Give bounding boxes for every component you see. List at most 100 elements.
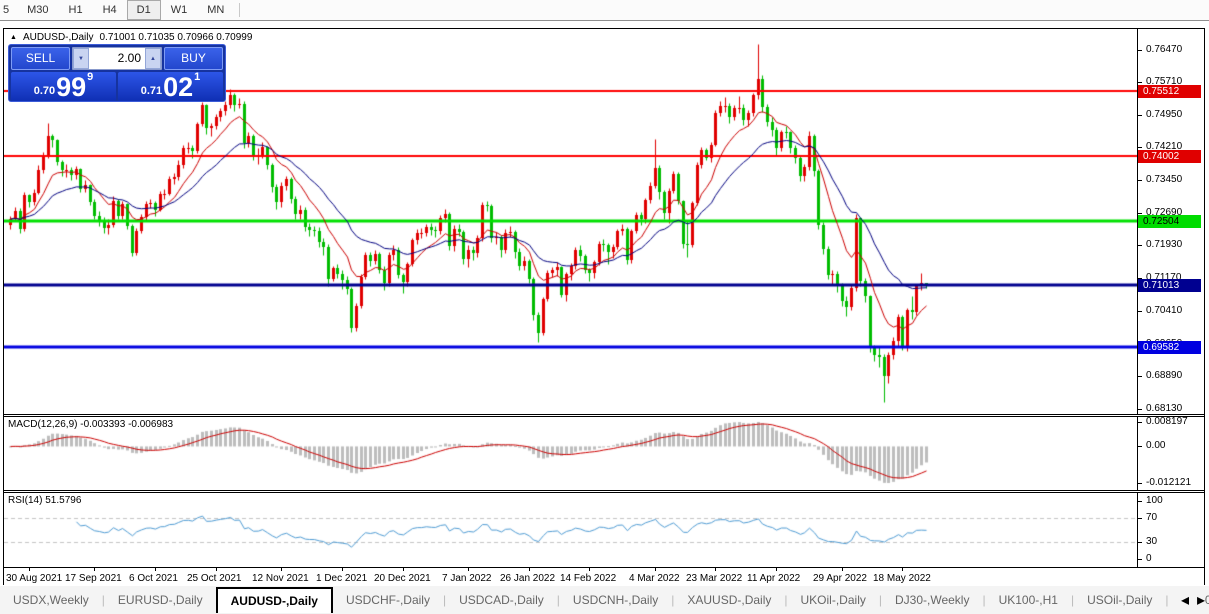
timeframe-button-h4[interactable]: H4 <box>93 0 127 20</box>
rsi-tick-mark <box>1138 518 1142 519</box>
price-tick-mark <box>1138 82 1142 83</box>
one-click-trading-panel: SELL ▼ 2.00 ▲ BUY 0.70 99 9 <box>8 44 226 102</box>
macd-title: MACD(12,26,9) -0.003393 -0.006983 <box>8 419 173 430</box>
buy-price-prefix: 0.71 <box>141 85 162 100</box>
timeframe-button-d1[interactable]: D1 <box>127 0 161 20</box>
time-axis[interactable]: 30 Aug 202117 Sep 20216 Oct 202125 Oct 2… <box>4 568 1204 588</box>
price-tick-mark <box>1138 115 1142 116</box>
macd-tick-label: -0.012121 <box>1146 477 1191 488</box>
time-tick-mark <box>94 568 95 571</box>
tab-usdx-weekly[interactable]: USDX,Weekly <box>0 587 102 613</box>
time-tick-mark <box>281 568 282 571</box>
time-tick-label: 14 Feb 2022 <box>560 573 616 584</box>
rsi-tick-mark <box>1138 501 1142 502</box>
tab-uk100-h1[interactable]: UK100-,H1 <box>986 587 1071 613</box>
time-tick-mark <box>715 568 716 571</box>
volume-down-icon[interactable]: ▼ <box>73 48 89 69</box>
time-tick-mark <box>29 568 30 571</box>
mt4-terminal: 5M30H1H4D1W1MN ▲ AUDUSD-,Daily 0.71001 0… <box>0 0 1209 614</box>
rsi-tick-label: 70 <box>1146 512 1157 523</box>
time-tick-mark <box>655 568 656 571</box>
price-tick-label: 0.76470 <box>1146 44 1182 55</box>
tab-ukoil-daily[interactable]: UKOil-,Daily <box>788 587 879 613</box>
timeframe-button-5[interactable]: 5 <box>0 0 17 20</box>
price-tick-mark <box>1138 147 1142 148</box>
volume-stepper: ▼ 2.00 ▲ <box>72 47 162 70</box>
tab-scroll-controls: ◂▸ <box>1175 586 1205 614</box>
time-tick-label: 18 May 2022 <box>873 573 931 584</box>
tab-xauusd-daily[interactable]: XAUUSD-,Daily <box>674 587 784 613</box>
timeframe-button-w1[interactable]: W1 <box>161 0 198 20</box>
tab-usdcad-daily[interactable]: USDCAD-,Daily <box>446 587 557 613</box>
sell-button[interactable]: SELL <box>11 47 70 70</box>
tab-usdcnh-daily[interactable]: USDCNH-,Daily <box>560 587 671 613</box>
tab-dj30-weekly[interactable]: DJ30-,Weekly <box>882 587 982 613</box>
macd-panel: MACD(12,26,9) -0.003393 -0.006983 0.0081… <box>4 416 1204 491</box>
time-tick-mark <box>842 568 843 571</box>
time-tick-label: 23 Mar 2022 <box>686 573 742 584</box>
timeframe-button-m30[interactable]: M30 <box>17 0 58 20</box>
volume-value[interactable]: 2.00 <box>89 48 145 69</box>
macd-tick-mark <box>1138 422 1142 423</box>
price-tick-mark <box>1138 180 1142 181</box>
rsi-plot[interactable]: RSI(14) 51.5796 <box>4 493 1138 567</box>
price-tick-label: 0.73450 <box>1146 174 1182 185</box>
timeframe-button-h1[interactable]: H1 <box>59 0 93 20</box>
time-tick-label: 11 Apr 2022 <box>747 573 800 584</box>
price-level-badge: 0.69582 <box>1138 341 1201 354</box>
rsi-canvas[interactable] <box>4 493 1137 567</box>
macd-tick-label: 0.00 <box>1146 440 1165 451</box>
price-tick-label: 0.68890 <box>1146 370 1182 381</box>
rsi-tick-label: 100 <box>1146 495 1163 506</box>
buy-price-big: 02 <box>163 75 193 100</box>
buy-price-pipette: 1 <box>194 72 200 83</box>
chart-title: ▲ AUDUSD-,Daily 0.71001 0.71035 0.70966 … <box>10 32 252 43</box>
volume-up-icon[interactable]: ▲ <box>145 48 161 69</box>
macd-plot[interactable]: MACD(12,26,9) -0.003393 -0.006983 <box>4 417 1138 490</box>
tab-eurusd-daily[interactable]: EURUSD-,Daily <box>105 587 216 613</box>
macd-tick-mark <box>1138 483 1142 484</box>
tab-usdchf-daily[interactable]: USDCHF-,Daily <box>333 587 443 613</box>
time-tick-label: 1 Dec 2021 <box>316 573 367 584</box>
rsi-title: RSI(14) 51.5796 <box>8 495 81 506</box>
macd-tick-mark <box>1138 446 1142 447</box>
price-plot[interactable]: ▲ AUDUSD-,Daily 0.71001 0.71035 0.70966 … <box>4 29 1138 414</box>
tab-audusd-daily[interactable]: AUDUSD-,Daily <box>216 587 333 613</box>
price-axis[interactable]: 0.764700.757100.749500.742100.734500.726… <box>1138 29 1204 414</box>
collapse-icon[interactable]: ▲ <box>10 33 17 43</box>
macd-tick-label: 0.008197 <box>1146 416 1188 427</box>
time-tick-label: 12 Nov 2021 <box>252 573 309 584</box>
tab-scroll-left-icon[interactable]: ◂ <box>1181 590 1189 610</box>
time-tick-mark <box>216 568 217 571</box>
time-tick-label: 25 Oct 2021 <box>187 573 241 584</box>
tab-usoil-daily[interactable]: USOil-,Daily <box>1074 587 1165 613</box>
price-tick-label: 0.74950 <box>1146 109 1182 120</box>
price-tick-mark <box>1138 245 1142 246</box>
time-tick-label: 4 Mar 2022 <box>629 573 680 584</box>
macd-canvas[interactable] <box>4 417 1137 490</box>
time-tick-mark <box>589 568 590 571</box>
rsi-tick-mark <box>1138 542 1142 543</box>
time-tick-label: 30 Aug 2021 <box>6 573 62 584</box>
price-tick-label: 0.71930 <box>1146 239 1182 250</box>
rsi-tick-label: 30 <box>1146 536 1157 547</box>
price-tick-mark <box>1138 376 1142 377</box>
price-tick-mark <box>1138 213 1142 214</box>
tab-scroll-right-icon[interactable]: ▸ <box>1197 590 1205 610</box>
buy-button[interactable]: BUY <box>164 47 223 70</box>
sell-price-pipette: 9 <box>87 72 93 83</box>
buy-price-display[interactable]: 0.71 02 1 <box>118 72 223 101</box>
timeframe-button-mn[interactable]: MN <box>197 0 234 20</box>
price-panel: ▲ AUDUSD-,Daily 0.71001 0.71035 0.70966 … <box>4 29 1204 415</box>
price-tick-label: 0.70410 <box>1146 305 1182 316</box>
toolbar-separator <box>239 3 240 17</box>
sell-price-big: 99 <box>56 75 86 100</box>
time-tick-label: 26 Jan 2022 <box>500 573 555 584</box>
sell-price-display[interactable]: 0.70 99 9 <box>11 72 116 101</box>
price-level-badge: 0.74002 <box>1138 150 1201 163</box>
price-tick-label: 0.68130 <box>1146 403 1182 414</box>
price-tick-mark <box>1138 311 1142 312</box>
price-tick-mark <box>1138 50 1142 51</box>
macd-axis: 0.008197 0.00 -0.012121 <box>1138 417 1204 490</box>
rsi-tick-label: 0 <box>1146 553 1152 564</box>
